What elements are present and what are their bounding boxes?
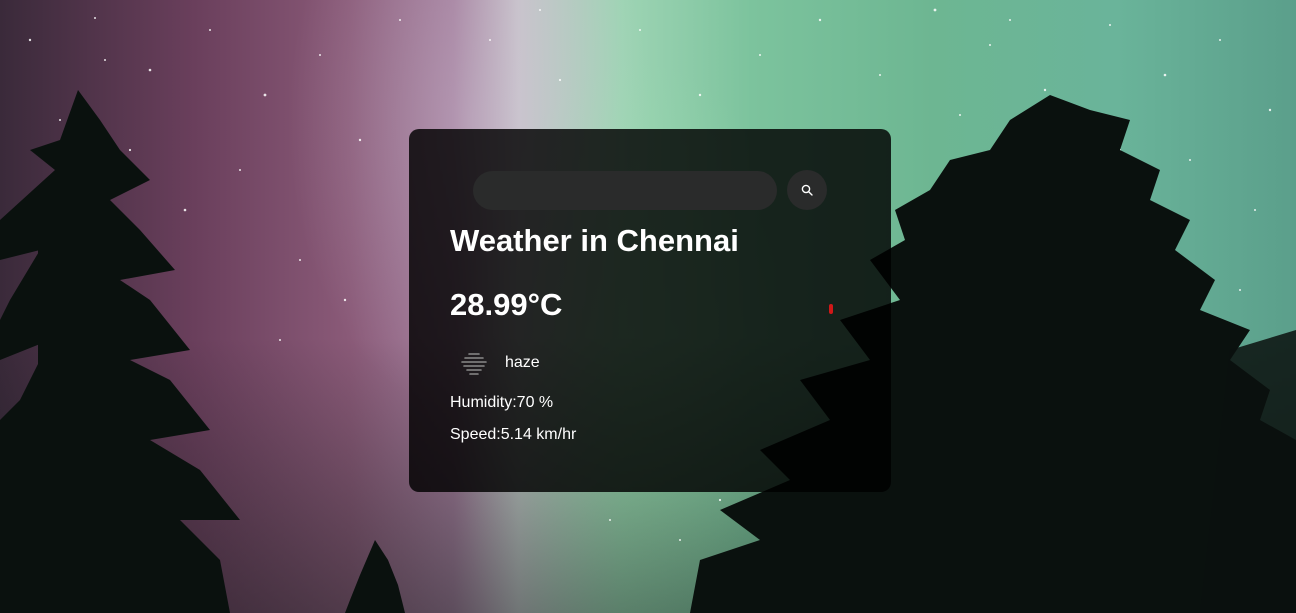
search-bar <box>473 170 827 210</box>
city-title: Weather in Chennai <box>450 223 739 258</box>
description-text: haze <box>505 354 540 371</box>
search-button[interactable] <box>787 170 827 210</box>
red-marker <box>829 304 833 314</box>
weather-description: haze <box>459 350 540 376</box>
humidity-text: Humidity:70 % <box>450 394 554 411</box>
search-input[interactable] <box>473 170 777 210</box>
wind-speed-text: Speed:5.14 km/hr <box>450 426 577 443</box>
search-icon <box>801 184 813 196</box>
weather-card: Weather in Chennai 28.99°C haze Humidity… <box>409 129 891 492</box>
haze-icon <box>461 353 487 375</box>
temperature: 28.99°C <box>450 287 563 322</box>
